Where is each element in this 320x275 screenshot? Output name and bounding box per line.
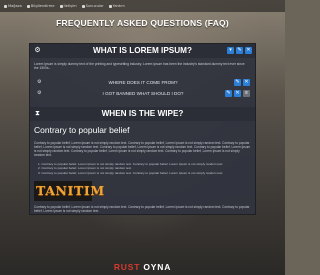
faq-panel: ⚙ WHAT IS LOREM IPSUM? ▾ ✎ ✕ Lorem Ipsum…	[29, 43, 256, 215]
info-icon	[26, 4, 30, 8]
accordion-label: I GOT BANNED WHAT SHOULD I DO?	[102, 91, 184, 96]
nav-item-label: Mağaza	[8, 4, 22, 8]
edit-button[interactable]: ✎	[236, 47, 243, 54]
edit-button[interactable]: ✎	[225, 90, 232, 97]
list-item: 3. Contrary to popular belief, Lorem Ips…	[38, 170, 224, 175]
move-button[interactable]: ≡	[243, 90, 250, 97]
delete-button[interactable]: ✕	[234, 90, 241, 97]
content-paragraph: Contrary to popular belief, Lorem Ipsum …	[34, 141, 251, 158]
nav-item-label: Sunucular	[85, 4, 104, 8]
top-nav-bar: Mağaza Bilgilendirme İletişim Sunucular …	[0, 0, 285, 12]
nav-item-servers[interactable]: Sunucular	[81, 4, 104, 8]
accordion-item-banned[interactable]: ⚙ I GOT BANNED WHAT SHOULD I DO? ✎ ✕ ≡	[33, 89, 253, 98]
promo-logo: TANITIM	[34, 181, 105, 201]
accordion-item-origin[interactable]: ⚙ WHERE DOES IT COME FROM? ✎ ✕	[33, 78, 253, 87]
delete-button[interactable]: ✕	[243, 79, 250, 86]
brand-part-1: RUST	[113, 262, 141, 272]
footer-brand[interactable]: RUST OYNA	[0, 262, 285, 272]
nav-item-store[interactable]: Mağaza	[4, 4, 22, 8]
server-icon	[81, 4, 85, 8]
section-actions: ▾ ✎ ✕	[227, 47, 252, 54]
nav-item-info[interactable]: Bilgilendirme	[26, 4, 55, 8]
section-title: WHEN IS THE WIPE?	[101, 109, 184, 118]
accordion-label: WHERE DOES IT COME FROM?	[108, 80, 178, 85]
mail-icon	[59, 4, 63, 8]
content-heading: Contrary to popular belief	[34, 125, 130, 135]
nav-item-label: Bilgilendirme	[30, 4, 55, 8]
expand-button[interactable]: ▾	[227, 47, 234, 54]
content-paragraph: Contrary to popular belief, Lorem Ipsum …	[34, 205, 250, 214]
edit-button[interactable]: ✎	[234, 79, 241, 86]
brand-part-2: OYNA	[143, 262, 172, 272]
accordion-actions: ✎ ✕	[234, 79, 250, 86]
cart-icon	[4, 4, 7, 8]
delete-button[interactable]: ✕	[245, 47, 252, 54]
page-title: FREQUENTLY ASKED QUESTIONS (FAQ)	[56, 18, 229, 28]
content-list: 1. Contrary to popular belief, Lorem Ips…	[38, 162, 248, 175]
accordion-actions: ✎ ✕ ≡	[225, 90, 250, 97]
section-header-lorem[interactable]: ⚙ WHAT IS LOREM IPSUM? ▾ ✎ ✕	[30, 44, 255, 58]
nav-item-help[interactable]: Yardım	[108, 4, 125, 8]
promo-logo-text: TANITIM	[36, 183, 105, 198]
section-header-wipe[interactable]: ⧗ WHEN IS THE WIPE?	[30, 107, 255, 121]
nav-item-label: Yardım	[112, 4, 125, 8]
section-title: WHAT IS LOREM IPSUM?	[92, 46, 192, 55]
section-body: Lorem Ipsum is simply dummy text of the …	[34, 62, 245, 70]
help-icon	[108, 4, 112, 8]
nav-item-label: İletişim	[63, 4, 77, 8]
nav-item-contact[interactable]: İletişim	[59, 4, 77, 8]
